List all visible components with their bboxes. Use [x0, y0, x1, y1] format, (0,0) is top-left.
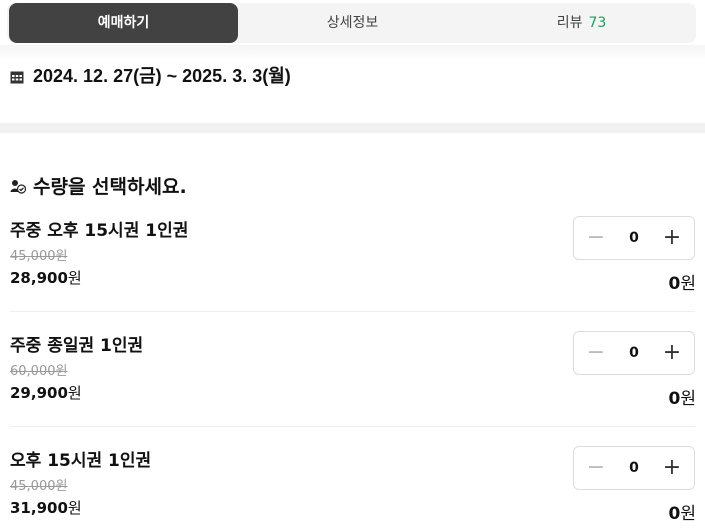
- quantity-stepper: − 0 +: [573, 446, 695, 490]
- tab-details[interactable]: 상세정보: [238, 3, 467, 43]
- header-shadow: [0, 45, 705, 61]
- quantity-value: 0: [629, 460, 639, 476]
- tab-reviews[interactable]: 리뷰 73: [467, 3, 696, 43]
- date-range-row: 2024. 12. 27(금) ~ 2025. 3. 3(월): [10, 62, 291, 88]
- currency-unit: 원: [680, 389, 696, 409]
- tab-details-label: 상세정보: [326, 15, 379, 31]
- sale-price-value: 28,900: [10, 269, 68, 287]
- tab-reviews-label: 리뷰: [556, 15, 583, 31]
- original-price: 45,000원: [10, 249, 68, 264]
- sale-price: 29,900원: [10, 382, 82, 403]
- sale-price-value: 29,900: [10, 384, 68, 402]
- original-price: 45,000원: [10, 479, 68, 494]
- item-total: 0원: [669, 499, 696, 524]
- quantity-stepper: − 0 +: [573, 331, 695, 375]
- decrease-button[interactable]: −: [576, 332, 616, 374]
- section-title-text: 수량을 선택하세요.: [33, 175, 187, 198]
- tab-booking[interactable]: 예매하기: [9, 3, 238, 43]
- quantity-value: 0: [629, 345, 639, 361]
- people-icon: [10, 177, 27, 194]
- decrease-button[interactable]: −: [576, 217, 616, 259]
- ticket-name: 주중 종일권 1인권: [10, 336, 144, 356]
- ticket-name: 오후 15시권 1인권: [10, 451, 152, 471]
- row-divider: [10, 311, 695, 312]
- currency-unit: 원: [680, 504, 696, 524]
- ticket-name: 주중 오후 15시권 1인권: [10, 221, 189, 241]
- item-total-value: 0: [668, 389, 681, 409]
- increase-button[interactable]: +: [652, 217, 692, 259]
- calendar-icon: [10, 68, 24, 84]
- sale-price-value: 31,900: [10, 499, 68, 517]
- tab-booking-label: 예매하기: [97, 15, 150, 31]
- increase-button[interactable]: +: [652, 447, 692, 489]
- currency-unit: 원: [67, 269, 82, 287]
- currency-unit: 원: [67, 499, 82, 517]
- row-divider: [10, 426, 695, 427]
- original-price: 60,000원: [10, 364, 68, 379]
- currency-unit: 원: [680, 274, 696, 294]
- item-total-value: 0: [668, 274, 681, 294]
- quantity-stepper: − 0 +: [573, 216, 695, 260]
- currency-unit: 원: [67, 384, 82, 402]
- section-divider: [0, 123, 705, 133]
- tab-bar: 예매하기 상세정보 리뷰 73: [7, 3, 696, 43]
- sale-price: 28,900원: [10, 267, 82, 288]
- item-total-value: 0: [668, 504, 681, 524]
- decrease-button[interactable]: −: [576, 447, 616, 489]
- increase-button[interactable]: +: [652, 332, 692, 374]
- date-range-text: 2024. 12. 27(금) ~ 2025. 3. 3(월): [33, 66, 291, 86]
- sale-price: 31,900원: [10, 497, 82, 518]
- quantity-section-heading: 수량을 선택하세요.: [10, 171, 187, 199]
- item-total: 0원: [669, 384, 696, 409]
- quantity-value: 0: [629, 230, 639, 246]
- review-count-badge: 73: [588, 15, 607, 31]
- item-total: 0원: [669, 269, 696, 294]
